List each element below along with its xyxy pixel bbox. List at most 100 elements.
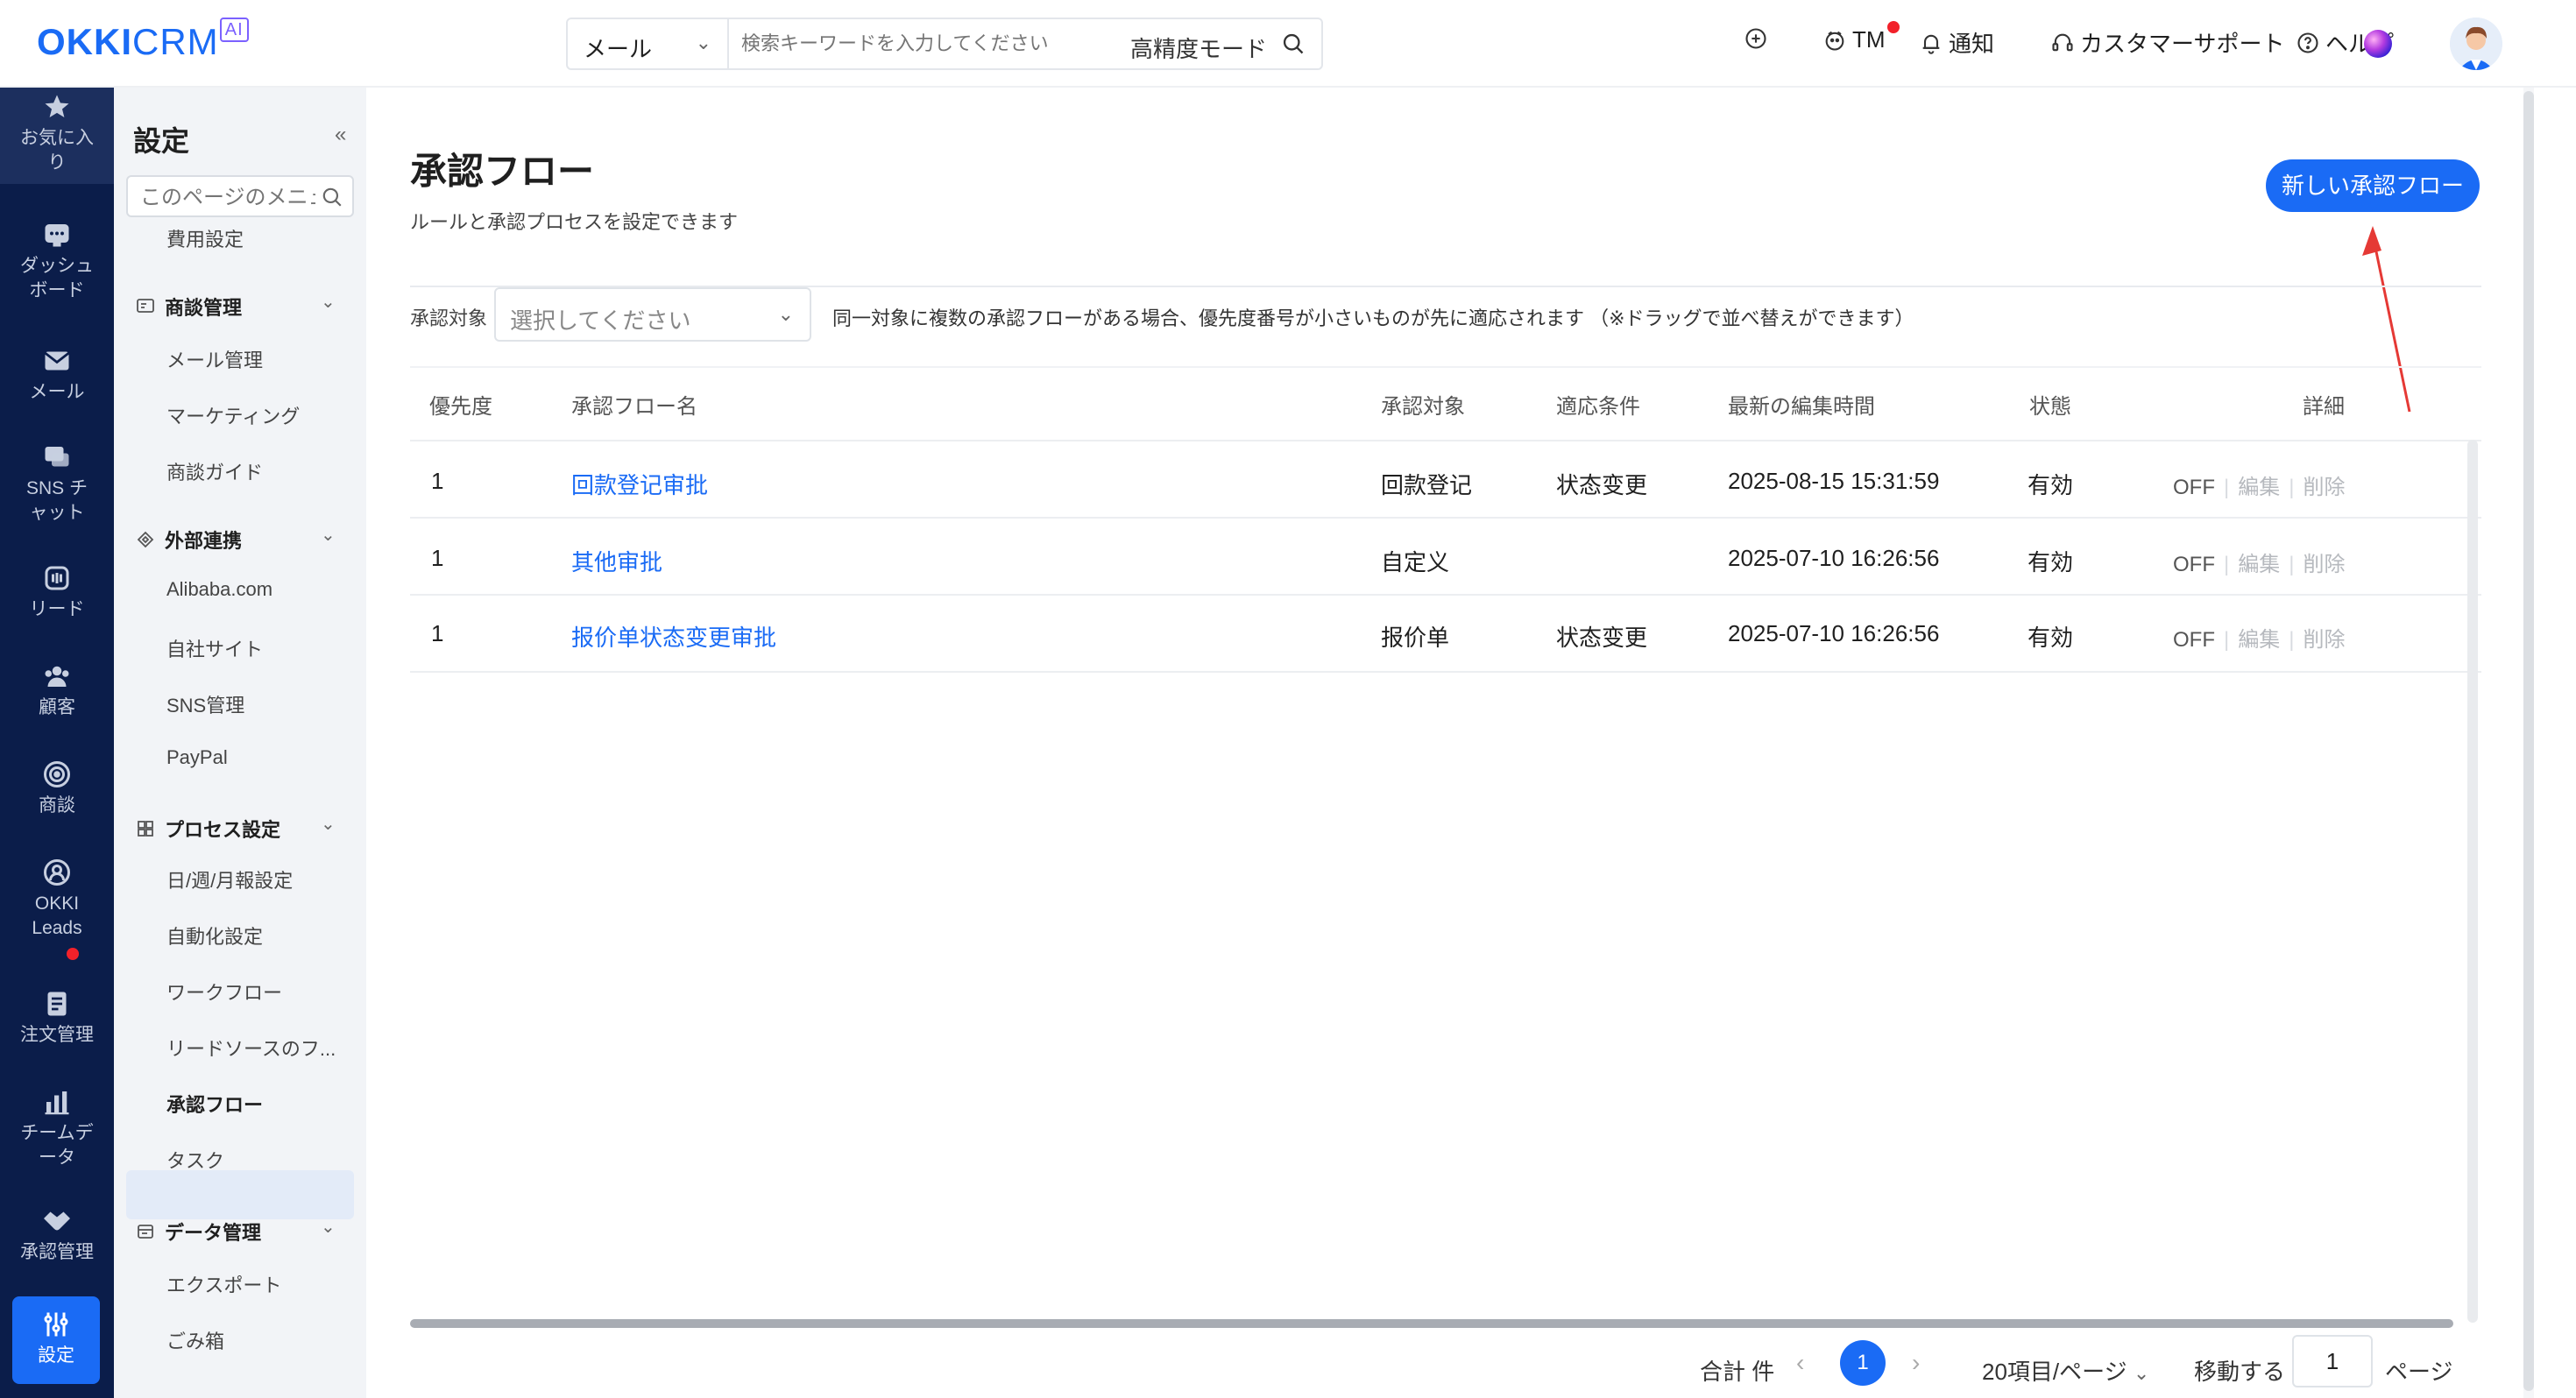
- next-page-icon[interactable]: ›: [1912, 1349, 1920, 1377]
- sidebar-item-lead-source[interactable]: リードソースのフ...: [166, 1034, 336, 1062]
- divider: [410, 366, 2481, 368]
- sidebar-item-deal-guide[interactable]: 商談ガイド: [166, 457, 263, 485]
- sidebar-item-mail-management[interactable]: メール管理: [166, 345, 263, 373]
- delete-button[interactable]: 削除: [2303, 553, 2345, 576]
- nav-settings[interactable]: 設定: [12, 1296, 100, 1384]
- page-size-select[interactable]: 20項目/ページ ⌄: [1982, 1354, 2149, 1387]
- sidebar-group-process[interactable]: プロセス設定: [135, 815, 280, 843]
- ai-badge: AI: [219, 18, 249, 42]
- new-approval-flow-button[interactable]: 新しい承認フロー: [2266, 159, 2480, 212]
- sidebar-active-highlight: [126, 1170, 354, 1219]
- search-icon[interactable]: [321, 186, 343, 208]
- sidebar-item-own-site[interactable]: 自社サイト: [166, 634, 263, 662]
- prev-page-icon[interactable]: ‹: [1796, 1349, 1804, 1377]
- search-icon[interactable]: [1281, 32, 1306, 56]
- sidebar-item-cost[interactable]: 費用設定: [166, 224, 244, 252]
- chevron-down-icon: ⌄: [2133, 1362, 2150, 1384]
- add-icon[interactable]: [1744, 26, 1768, 51]
- precision-mode-toggle[interactable]: 高精度モード: [1130, 32, 1267, 64]
- nav-orders[interactable]: 注文管理: [0, 988, 114, 1048]
- table-cell-priority: 1: [431, 545, 444, 571]
- okki-leads-badge: [67, 948, 79, 960]
- table-cell-priority: 1: [431, 620, 444, 646]
- approval-flow-link[interactable]: 回款登记审批: [571, 468, 708, 500]
- toggle-off-button[interactable]: OFF: [2173, 553, 2215, 576]
- page-scrollbar-thumb[interactable]: [2523, 91, 2534, 1391]
- sidebar-group-external[interactable]: 外部連携: [135, 526, 242, 554]
- nav-deals[interactable]: 商談: [0, 759, 114, 818]
- edit-button[interactable]: 編集: [2238, 628, 2280, 652]
- ai-assistant-orb-icon[interactable]: [2364, 30, 2392, 58]
- approval-flow-link[interactable]: 其他审批: [571, 545, 662, 577]
- goto-label: 移動する: [2194, 1359, 2286, 1385]
- lead-icon: [45, 566, 69, 590]
- sidebar-item-trash[interactable]: ごみ箱: [166, 1326, 224, 1354]
- nav-mail[interactable]: メール: [0, 345, 114, 405]
- sidebar-search-input[interactable]: [140, 186, 315, 210]
- sidebar-item-approval-flow[interactable]: 承認フロー: [166, 1090, 263, 1118]
- sidebar-item-tasks[interactable]: タスク: [166, 1146, 224, 1174]
- bell-icon: [1922, 34, 1940, 54]
- chevron-down-icon: ⌄: [695, 32, 711, 53]
- column-header-name: 承認フロー名: [571, 395, 697, 419]
- delete-button[interactable]: 削除: [2303, 476, 2345, 499]
- link-icon: [137, 531, 154, 548]
- nav-okki-leads[interactable]: OKKI Leads: [0, 857, 114, 941]
- nav-dashboard[interactable]: ダッシュボード: [0, 219, 114, 303]
- nav-approval[interactable]: 承認管理: [0, 1205, 114, 1265]
- sidebar-item-marketing[interactable]: マーケティング: [166, 401, 300, 429]
- sidebar-item-sns-management[interactable]: SNS管理: [166, 690, 244, 718]
- nav-sns-chat[interactable]: SNS チャット: [0, 441, 114, 526]
- table-cell-status: 有効: [2028, 549, 2074, 575]
- sidebar-item-reports[interactable]: 日/週/月報設定: [166, 865, 293, 893]
- okki-crm-logo[interactable]: OKKICRM AI: [37, 18, 249, 63]
- row-actions: OFF | 編集 | 削除: [2173, 476, 2346, 499]
- column-header-details: 詳細: [2303, 395, 2345, 419]
- pagination-total: 合計 件: [1700, 1359, 1775, 1385]
- page-scrollbar[interactable]: [2523, 88, 2534, 1398]
- filter-label: 承認対象: [410, 307, 488, 329]
- chevron-down-icon[interactable]: ⌄: [321, 291, 336, 313]
- nav-customers[interactable]: 顧客: [0, 660, 114, 720]
- toggle-off-button[interactable]: OFF: [2173, 476, 2215, 499]
- column-header-condition: 適応条件: [1556, 395, 1640, 419]
- chevron-down-icon[interactable]: ⌄: [321, 1216, 336, 1238]
- goto-page-input[interactable]: 1: [2292, 1335, 2373, 1387]
- search-input[interactable]: [741, 30, 1109, 58]
- sidebar-item-alibaba[interactable]: Alibaba.com: [166, 578, 272, 601]
- chevron-down-icon[interactable]: ⌄: [321, 524, 336, 546]
- approval-flow-link[interactable]: 报价单状态变更审批: [571, 620, 776, 653]
- table-cell-status: 有効: [2028, 625, 2074, 651]
- sidebar-item-workflow[interactable]: ワークフロー: [166, 978, 282, 1006]
- top-header: OKKICRM AI メール ⌄ 高精度モード TM 通知 カスタマーサポート …: [0, 0, 2576, 88]
- support-button[interactable]: カスタマーサポート: [2050, 26, 2284, 59]
- chevron-down-icon[interactable]: ⌄: [321, 813, 336, 835]
- tm-icon: [1825, 31, 1844, 51]
- settings-sliders-icon: [44, 1312, 68, 1337]
- collapse-sidebar-icon[interactable]: «: [335, 123, 346, 147]
- toggle-off-button[interactable]: OFF: [2173, 628, 2215, 652]
- sidebar-item-paypal[interactable]: PayPal: [166, 746, 228, 769]
- notification-button[interactable]: 通知: [1919, 26, 1994, 59]
- tm-button[interactable]: TM: [1822, 26, 1886, 53]
- nav-favorites[interactable]: お気に入り: [0, 88, 114, 184]
- nav-leads[interactable]: リード: [0, 562, 114, 622]
- row-actions: OFF | 編集 | 削除: [2173, 628, 2346, 652]
- edit-button[interactable]: 編集: [2238, 476, 2280, 499]
- sidebar-title: 設定: [133, 125, 190, 157]
- edit-button[interactable]: 編集: [2238, 553, 2280, 576]
- table-vertical-scrollbar[interactable]: [2467, 440, 2478, 1323]
- global-search: メール ⌄ 高精度モード: [566, 18, 1323, 70]
- sidebar-group-data[interactable]: データ管理: [135, 1218, 261, 1246]
- sidebar-item-automation[interactable]: 自動化設定: [166, 921, 263, 950]
- table-cell-target: 报价单: [1381, 625, 1450, 651]
- search-type-select[interactable]: メール ⌄: [568, 19, 729, 68]
- delete-button[interactable]: 削除: [2303, 628, 2345, 652]
- sidebar-group-deal[interactable]: 商談管理: [135, 293, 242, 321]
- approval-target-select[interactable]: 選択してください ⌄: [494, 287, 811, 342]
- nav-team-data[interactable]: チームデータ: [0, 1086, 114, 1170]
- sidebar-item-export[interactable]: エクスポート: [166, 1270, 281, 1298]
- user-avatar[interactable]: [2450, 18, 2502, 70]
- table-horizontal-scrollbar[interactable]: [410, 1319, 2453, 1328]
- pagination-current-page[interactable]: 1: [1840, 1340, 1886, 1386]
